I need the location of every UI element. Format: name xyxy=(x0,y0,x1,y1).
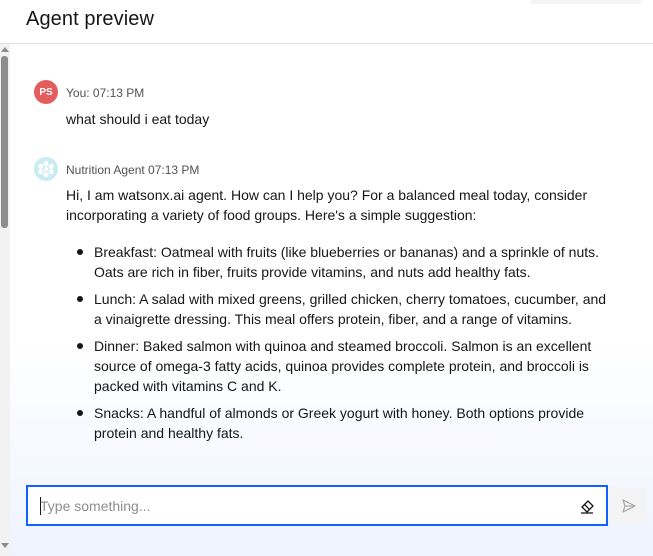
user-avatar: PS xyxy=(34,80,58,104)
agent-flower-icon xyxy=(38,160,54,178)
header: Agent preview xyxy=(0,0,653,44)
text-caret xyxy=(40,497,41,515)
agent-suggestion-list: Breakfast: Oatmeal with fruits (like blu… xyxy=(66,242,616,450)
scroll-down-arrow-icon[interactable] xyxy=(1,543,9,548)
list-item-text: Dinner: Baked salmon with quinoa and ste… xyxy=(94,338,592,394)
message-input[interactable] xyxy=(40,496,560,516)
header-toolbar-partial xyxy=(531,0,641,4)
agent-message-meta: Nutrition Agent 07:13 PM xyxy=(66,163,200,177)
eraser-glyph xyxy=(581,500,594,514)
send-button[interactable] xyxy=(610,487,647,524)
list-item-text: Snacks: A handful of almonds or Greek yo… xyxy=(94,405,585,441)
agent-message-intro: Hi, I am watsonx.ai agent. How can I hel… xyxy=(66,187,588,223)
list-item: Dinner: Baked salmon with quinoa and ste… xyxy=(66,336,616,396)
user-message-text: what should i eat today xyxy=(66,111,210,127)
list-item: Snacks: A handful of almonds or Greek yo… xyxy=(66,403,616,443)
bullet-dot xyxy=(77,343,83,349)
user-message-meta: You: 07:13 PM xyxy=(66,86,145,100)
bullet-dot xyxy=(77,410,83,416)
scroll-up-arrow-icon[interactable] xyxy=(1,47,9,52)
list-item: Lunch: A salad with mixed greens, grille… xyxy=(66,289,616,329)
list-item: Breakfast: Oatmeal with fruits (like blu… xyxy=(66,242,616,282)
list-item-text: Lunch: A salad with mixed greens, grille… xyxy=(94,291,607,327)
agent-avatar-icon xyxy=(34,157,58,181)
bullet-dot xyxy=(77,249,83,255)
message-composer xyxy=(26,485,608,526)
list-item-text: Breakfast: Oatmeal with fruits (like blu… xyxy=(94,244,600,280)
page-title: Agent preview xyxy=(26,8,155,30)
send-icon xyxy=(621,498,636,513)
eraser-icon[interactable] xyxy=(578,497,596,515)
bullet-dot xyxy=(77,296,83,302)
scrollbar-thumb[interactable] xyxy=(1,56,8,228)
